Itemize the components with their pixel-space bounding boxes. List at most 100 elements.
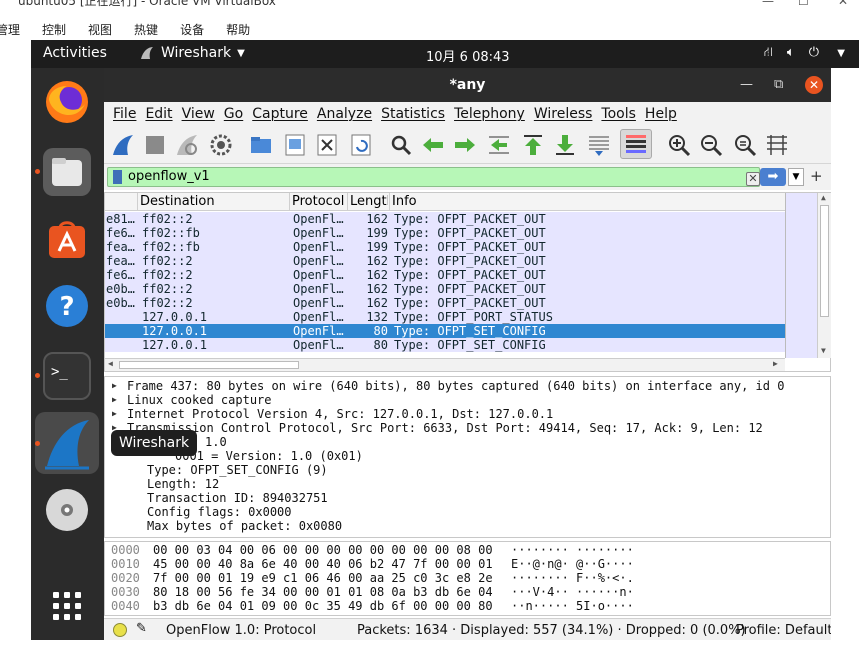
- wireshark-icon[interactable]: [35, 412, 99, 474]
- scroll-thumb[interactable]: [820, 205, 829, 317]
- packet-row[interactable]: fea… ff02::2 OpenFl… Type: OFPT_PACKET_OUT 1…: [105, 254, 785, 268]
- detail-line[interactable]: 1.0: [105, 435, 830, 449]
- packet-list-horizontal-scrollbar[interactable]: ◀ ▶: [105, 358, 785, 371]
- auto-scroll-icon[interactable]: [586, 132, 612, 158]
- column-header-destination[interactable]: Destination: [140, 194, 215, 209]
- packet-row[interactable]: fea… ff02::fb OpenFl… Type: OFPT_PACKET_OUT…: [105, 240, 785, 254]
- colorize-icon[interactable]: [620, 129, 652, 159]
- menu-file[interactable]: File: [113, 106, 136, 122]
- menu-tools[interactable]: Tools: [601, 106, 636, 122]
- app-menu-button[interactable]: Wireshark ▼: [139, 45, 245, 61]
- disc-icon[interactable]: [43, 486, 91, 534]
- menu-analyze[interactable]: Analyze: [317, 106, 372, 122]
- bookmark-icon[interactable]: [113, 170, 122, 184]
- detail-line[interactable]: Max bytes of packet: 0x0080: [105, 519, 830, 533]
- detail-line[interactable]: ▶ Linux cooked capture: [105, 393, 830, 407]
- go-forward-icon[interactable]: [452, 132, 478, 158]
- packet-details-tree[interactable]: ▶ Frame 437: 80 bytes on wire (640 bits),…: [104, 376, 831, 538]
- packet-bytes-pane[interactable]: 0000 00 00 03 04 00 06 00 00 00 00 00 00 …: [104, 541, 831, 616]
- packet-row[interactable]: e0b… ff02::2 OpenFl… Type: OFPT_PACKET_OUT 1…: [105, 296, 785, 310]
- column-separator[interactable]: [347, 193, 348, 211]
- packet-minimap[interactable]: [785, 193, 817, 358]
- firefox-icon[interactable]: [43, 78, 91, 126]
- tray-chevron-down-icon[interactable]: ▼: [837, 48, 845, 59]
- go-last-icon[interactable]: [552, 132, 578, 158]
- detail-line[interactable]: Type: OFPT_SET_CONFIG (9): [105, 463, 830, 477]
- menu-edit[interactable]: Edit: [145, 106, 172, 122]
- maximize-icon[interactable]: ☐: [798, 0, 809, 8]
- window-close-icon[interactable]: ✕: [805, 76, 823, 94]
- menu-statistics[interactable]: Statistics: [381, 106, 445, 122]
- column-separator[interactable]: [389, 193, 390, 211]
- packet-row[interactable]: 127.0.0.1 OpenFl… Type: OFPT_SET_CONFIG 80: [105, 324, 785, 338]
- scroll-right-icon[interactable]: ▶: [773, 359, 778, 368]
- display-filter-input[interactable]: openflow_v1 ✕: [107, 167, 760, 187]
- column-separator[interactable]: [289, 193, 290, 211]
- save-file-icon[interactable]: [282, 132, 308, 158]
- scroll-thumb[interactable]: [119, 361, 299, 369]
- expand-arrow-icon[interactable]: ▶: [112, 393, 117, 407]
- capture-options-icon[interactable]: [208, 132, 234, 158]
- go-back-icon[interactable]: [420, 132, 446, 158]
- activities-button[interactable]: Activities: [43, 45, 107, 61]
- vbox-menu-view[interactable]: 视图: [88, 21, 112, 38]
- restart-capture-icon[interactable]: [174, 132, 200, 158]
- menu-help[interactable]: Help: [645, 106, 677, 122]
- vbox-menu-hotkey[interactable]: 热键: [134, 21, 158, 38]
- column-header-length[interactable]: Length: [350, 194, 388, 209]
- expand-arrow-icon[interactable]: ▶: [112, 407, 117, 421]
- menu-go[interactable]: Go: [224, 106, 243, 122]
- vbox-menu-help[interactable]: 帮助: [226, 21, 250, 38]
- files-icon[interactable]: [43, 148, 91, 196]
- stop-capture-icon[interactable]: [142, 132, 168, 158]
- vbox-menu-control[interactable]: 控制: [42, 21, 66, 38]
- packet-row[interactable]: fe6… ff02::fb OpenFl… Type: OFPT_PACKET_OUT…: [105, 226, 785, 240]
- detail-line[interactable]: Transaction ID: 894032751: [105, 491, 830, 505]
- detail-line[interactable]: Config flags: 0x0000: [105, 505, 830, 519]
- help-icon[interactable]: ?: [43, 282, 91, 330]
- zoom-reset-icon[interactable]: [732, 132, 758, 158]
- window-restore-icon[interactable]: ⧉: [774, 77, 783, 92]
- packet-row[interactable]: 127.0.0.1 OpenFl… Type: OFPT_SET_CONFIG 80: [105, 338, 785, 352]
- app-grid-icon[interactable]: [43, 582, 91, 630]
- app-store-icon[interactable]: [43, 216, 91, 264]
- go-to-packet-icon[interactable]: [486, 132, 512, 158]
- close-file-icon[interactable]: [314, 132, 340, 158]
- scroll-down-icon[interactable]: ▼: [821, 346, 826, 355]
- clock[interactable]: 10月 6 08:43: [426, 46, 510, 65]
- expert-info-icon[interactable]: [113, 623, 127, 637]
- menu-wireless[interactable]: Wireless: [534, 106, 593, 122]
- clear-filter-icon[interactable]: ✕: [746, 172, 760, 186]
- apply-filter-icon[interactable]: ➡: [760, 168, 786, 186]
- packet-list[interactable]: Destination Protocol Length Info e81… ff0…: [104, 192, 831, 372]
- scroll-left-icon[interactable]: ◀: [108, 359, 113, 368]
- detail-line[interactable]: ▶ Frame 437: 80 bytes on wire (640 bits),…: [105, 379, 830, 393]
- add-filter-button-icon[interactable]: +: [810, 167, 823, 185]
- vbox-menu-manage[interactable]: 管理: [0, 21, 20, 38]
- find-packet-icon[interactable]: [388, 132, 414, 158]
- go-first-icon[interactable]: [520, 132, 546, 158]
- detail-line[interactable]: ▶ Transmission Control Protocol, Src Port…: [105, 421, 830, 435]
- start-capture-icon[interactable]: [110, 132, 136, 158]
- detail-line[interactable]: Length: 12: [105, 477, 830, 491]
- column-separator[interactable]: [137, 193, 138, 211]
- filter-history-chevron-down-icon[interactable]: ▼: [788, 168, 804, 186]
- expand-arrow-icon[interactable]: ▶: [112, 379, 117, 393]
- status-profile[interactable]: Profile: Default: [736, 623, 832, 638]
- packet-row[interactable]: 127.0.0.1 OpenFl… Type: OFPT_PORT_STATUS 13…: [105, 310, 785, 324]
- packet-row[interactable]: e0b… ff02::2 OpenFl… Type: OFPT_PACKET_OUT 1…: [105, 282, 785, 296]
- resize-columns-icon[interactable]: [764, 132, 790, 158]
- menu-telephony[interactable]: Telephony: [454, 106, 525, 122]
- vbox-menu-devices[interactable]: 设备: [180, 21, 204, 38]
- system-tray[interactable]: ⛙ 🔈︎ ⏻: [764, 45, 819, 62]
- packet-row[interactable]: fe6… ff02::2 OpenFl… Type: OFPT_PACKET_OUT 1…: [105, 268, 785, 282]
- window-minimize-icon[interactable]: —: [740, 77, 753, 92]
- zoom-in-icon[interactable]: [666, 132, 692, 158]
- menu-capture[interactable]: Capture: [252, 106, 308, 122]
- column-header-info[interactable]: Info: [392, 194, 417, 209]
- detail-line[interactable]: ▶ Internet Protocol Version 4, Src: 127.0…: [105, 407, 830, 421]
- reload-file-icon[interactable]: [348, 132, 374, 158]
- detail-line[interactable]: 0001 = Version: 1.0 (0x01): [105, 449, 830, 463]
- edit-comment-icon[interactable]: ✎: [136, 621, 147, 636]
- packet-row[interactable]: e81… ff02::2 OpenFl… Type: OFPT_PACKET_OUT 1…: [105, 212, 785, 226]
